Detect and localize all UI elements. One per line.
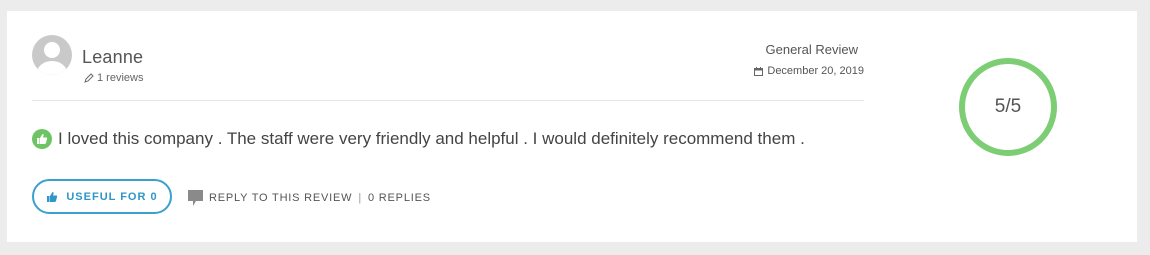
reviews-count-text: 1 reviews (97, 72, 144, 84)
review-date: December 20, 2019 (754, 65, 864, 77)
useful-button[interactable]: USEFUL FOR 0 (32, 179, 172, 214)
reply-area: REPLY TO THIS REVIEW | 0 REPLIES (188, 190, 431, 206)
review-card: Leanne 1 reviews General Review December… (7, 11, 1137, 242)
calendar-icon (754, 66, 764, 76)
divider (32, 100, 864, 101)
reply-to-review-link[interactable]: REPLY TO THIS REVIEW (209, 192, 352, 204)
reviewer-reviews-count: 1 reviews (84, 72, 143, 84)
reviewer-name[interactable]: Leanne (82, 47, 143, 68)
thumbs-up-icon (32, 129, 52, 149)
thumbs-up-icon (47, 191, 58, 202)
replies-count: 0 REPLIES (368, 192, 431, 204)
review-date-text: December 20, 2019 (767, 65, 864, 77)
useful-button-label: USEFUL FOR 0 (66, 190, 158, 203)
rating-badge: 5/5 (958, 57, 1058, 157)
separator: | (358, 192, 363, 204)
rating-value: 5/5 (994, 96, 1022, 117)
review-text: I loved this company . The staff were ve… (58, 129, 805, 148)
pencil-icon (84, 73, 94, 83)
user-silhouette-icon (37, 42, 67, 75)
comment-icon (188, 190, 203, 206)
review-body: I loved this company . The staff were ve… (32, 129, 805, 149)
avatar (32, 35, 72, 75)
review-type: General Review (765, 42, 859, 57)
